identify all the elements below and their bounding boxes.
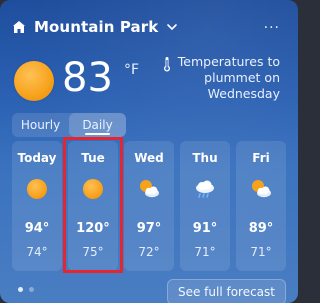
partly-cloudy-sun-icon <box>140 180 159 198</box>
thermometer-icon <box>164 57 170 72</box>
weather-widget: Mountain Park ··· 83 °F Temperatures to … <box>0 0 298 303</box>
forecast-day-thu[interactable]: Thu 91° 71° <box>180 141 230 271</box>
rain-cloud-icon <box>196 180 214 198</box>
forecast-low: 75° <box>82 245 104 259</box>
see-full-forecast-button[interactable]: See full forecast <box>166 279 286 303</box>
current-conditions: 83 °F <box>14 55 154 106</box>
temperature-unit[interactable]: °F <box>124 62 139 78</box>
current-temperature: 83 <box>62 55 113 101</box>
forecast-high: 94° <box>24 221 50 236</box>
home-icon <box>13 21 25 33</box>
sun-icon <box>81 177 105 201</box>
alert-text: Temperatures to plummet on Wednesday <box>177 54 280 101</box>
location-name[interactable]: Mountain Park <box>34 18 158 36</box>
forecast-high: 89° <box>248 221 274 236</box>
forecast-low: 74° <box>26 245 48 259</box>
forecast-day-name: Thu <box>192 151 218 165</box>
forecast-low: 71° <box>194 245 216 259</box>
forecast-day-today[interactable]: Today 94° 74° <box>12 141 62 271</box>
pager-dot[interactable] <box>29 287 34 292</box>
forecast-day-name: Tue <box>81 151 105 165</box>
tab-daily[interactable]: Daily <box>69 113 126 137</box>
forecast-day-name: Today <box>17 151 57 165</box>
forecast-high: 91° <box>192 221 218 236</box>
daily-forecast: Today 94° 74° Tue 120° 75° Wed 97° 72° T… <box>12 141 286 271</box>
forecast-low: 71° <box>250 245 272 259</box>
forecast-high: 97° <box>136 221 162 236</box>
forecast-day-name: Fri <box>252 151 270 165</box>
forecast-day-name: Wed <box>134 151 164 165</box>
forecast-day-fri[interactable]: Fri 89° 71° <box>236 141 286 271</box>
widget-header: Mountain Park ··· <box>12 14 286 40</box>
tab-hourly[interactable]: Hourly <box>12 113 69 137</box>
forecast-day-wed[interactable]: Wed 97° 72° <box>124 141 174 271</box>
sun-icon <box>25 177 49 201</box>
more-options-icon[interactable]: ··· <box>264 20 280 36</box>
forecast-low: 72° <box>138 245 160 259</box>
sun-icon <box>14 61 54 101</box>
forecast-high: 120° <box>76 221 110 236</box>
chevron-down-icon[interactable] <box>166 21 178 33</box>
forecast-toggle: Hourly Daily <box>12 113 126 137</box>
partly-cloudy-sun-icon <box>252 180 271 198</box>
pager-dots <box>18 287 34 292</box>
forecast-day-tue[interactable]: Tue 120° 75° <box>68 141 118 271</box>
pager-dot-active[interactable] <box>18 287 23 292</box>
weather-alert[interactable]: Temperatures to plummet on Wednesday <box>150 54 280 102</box>
